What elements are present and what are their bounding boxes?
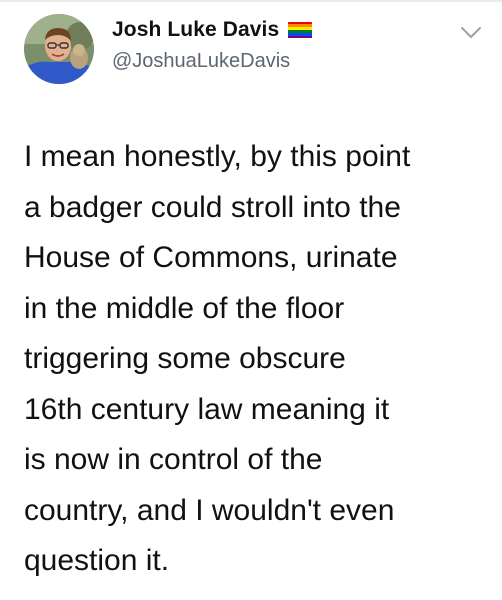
avatar[interactable] — [24, 14, 94, 84]
tweet-text-line: is now in control of the — [24, 443, 323, 476]
tweet-text-line: country, and I wouldn't even — [24, 493, 395, 527]
flag-stripe-purple — [288, 35, 313, 39]
tweet-text-line: triggering some obscure — [24, 342, 346, 375]
tweet-text-line: I mean honestly, by this point — [24, 140, 411, 173]
top-divider — [0, 0, 502, 2]
tweet-text-line: in the middle of the floor — [24, 291, 345, 325]
author-display-name[interactable]: Josh Luke Davis — [112, 18, 279, 42]
tweet-text-line: a badger could stroll into the — [24, 190, 401, 224]
profile-photo — [24, 14, 94, 84]
tweet-text: I mean honestly, by this point a badger … — [24, 132, 494, 587]
chevron-down-icon[interactable] — [460, 26, 482, 40]
tweet-text-line: 16th century law meaning it — [24, 392, 390, 426]
tweet-text-line: question it. — [24, 544, 170, 577]
tweet-text-line: House of Commons, urinate — [24, 241, 398, 274]
author-name-row: Josh Luke Davis — [112, 16, 313, 44]
author-handle[interactable]: @JoshuaLukeDavis — [112, 50, 290, 73]
rainbow-flag-icon — [288, 21, 313, 39]
